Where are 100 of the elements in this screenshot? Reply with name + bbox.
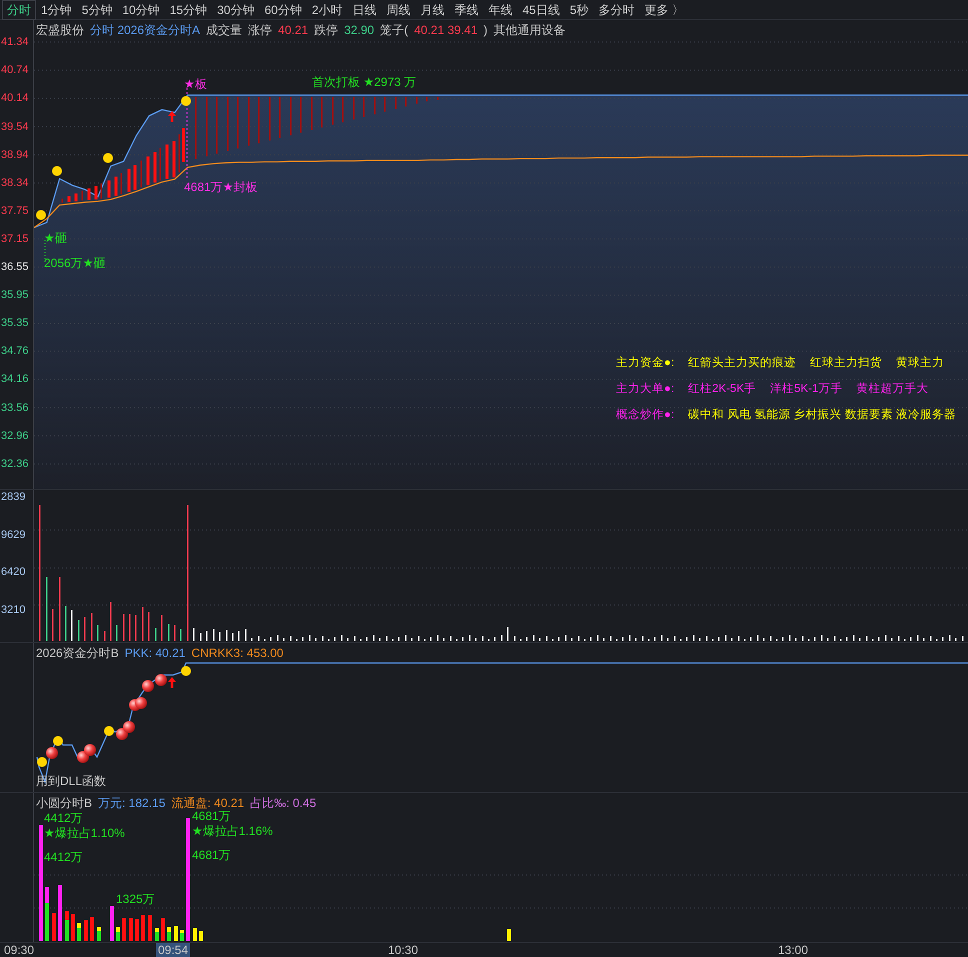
axis-label: 38.34 (0, 176, 30, 190)
chart-annotation: 4681万 (192, 848, 231, 862)
period-tab[interactable]: 更多 〉 (640, 0, 689, 20)
header-text: 笼子( (380, 23, 408, 38)
axis-label: 9629 (0, 528, 26, 542)
ball-icon (116, 728, 128, 740)
header-text: 涨停 (248, 23, 272, 38)
chart-annotation: 4412万 (44, 850, 83, 864)
header-text: 跌停 (314, 23, 338, 38)
header-text: 小圆分时B (36, 796, 92, 811)
period-tab[interactable]: 日线 (348, 0, 382, 20)
time-label: 13:00 (777, 943, 810, 957)
axis-label: 35.95 (0, 288, 30, 302)
header-text: 其他通用设备 (494, 23, 566, 38)
period-tab[interactable]: 5秒 (564, 0, 594, 20)
period-tab[interactable]: 分时 (2, 0, 36, 20)
legend-item: 红箭头主力买的痕迹 (688, 356, 796, 371)
header-text: 流通盘: 40.21 (171, 796, 244, 811)
period-tab[interactable]: 30分钟 (212, 0, 260, 20)
axis-label: 37.75 (0, 204, 30, 218)
chart-annotation: 4681万★封板 (184, 180, 258, 194)
legend-label: 概念炒作●: (616, 408, 674, 423)
bar (148, 915, 152, 941)
axis-label: 34.76 (0, 344, 30, 358)
up-arrow-icon (168, 111, 176, 122)
axis-label: 36.55 (0, 260, 30, 274)
chart-annotation: ★爆拉占1.16% (192, 824, 273, 838)
legend-item: 碳中和 风电 氢能源 乡村振兴 数据要素 液冷服务器 (688, 408, 956, 423)
header-text: PKK: 40.21 (124, 646, 186, 661)
legend-label: 主力大单●: (616, 382, 674, 397)
axis-label: 33.56 (0, 400, 30, 414)
period-tab[interactable]: 月线 (416, 0, 450, 20)
marker-dot-icon (52, 166, 62, 176)
header-text: 40.21 39.41 (414, 23, 478, 38)
bar (141, 915, 145, 941)
period-tab[interactable]: 45日线 (518, 0, 565, 20)
period-tab[interactable]: 15分钟 (164, 0, 212, 20)
time-label: 10:30 (387, 943, 420, 957)
period-tab[interactable]: 10分钟 (117, 0, 165, 20)
footer-text: 用到DLL函数 (36, 773, 106, 790)
header-text: 32.90 (344, 23, 374, 38)
bar (161, 918, 165, 941)
legend-label: 主力资金●: (616, 356, 674, 371)
header-text: 宏盛股份 (36, 23, 84, 38)
bar (122, 918, 126, 941)
legend-item: 红球主力扫货 (810, 356, 882, 371)
ball-icon (77, 751, 89, 763)
legend-item: 黄柱超万手大 (856, 382, 928, 397)
period-tab[interactable]: 5分钟 (76, 0, 118, 20)
chart-annotation: 2056万★砸 (44, 256, 106, 270)
ball-icon (135, 697, 147, 709)
marker-dot-icon (37, 757, 47, 767)
marker-dot-icon (36, 210, 46, 220)
axis-label: 39.54 (0, 120, 30, 134)
bar (84, 920, 88, 941)
legend-item: 洋柱5K-1万手 (770, 382, 842, 397)
marker-dot-icon (53, 736, 63, 746)
marker-dot-icon (181, 666, 191, 676)
axis-label: 2839 (0, 490, 26, 504)
ball-icon (142, 680, 154, 692)
chart-annotation: ★板 (184, 77, 207, 91)
chart-annotation: 1325万 (116, 892, 155, 906)
marker-dot-icon (103, 153, 113, 163)
chart-annotation: 首次打板 ★2973 万 (312, 75, 416, 89)
bar (52, 913, 56, 941)
axis-label: 37.15 (0, 232, 30, 246)
header-text: 成交量 (206, 23, 242, 38)
axis-label: 35.35 (0, 316, 30, 330)
axis-label: 38.94 (0, 148, 30, 162)
bar (199, 931, 203, 941)
up-arrow-icon (168, 677, 176, 688)
header-text: ) (484, 23, 488, 38)
bar (174, 926, 178, 941)
header-text: 分时 2026资金分时A (90, 23, 200, 38)
bar (135, 919, 139, 941)
axis-label: 40.74 (0, 63, 30, 78)
period-tab[interactable]: 2小时 (306, 0, 348, 20)
bar (58, 885, 62, 941)
chart-annotation: ★砸 (44, 231, 67, 245)
header-text: 占比‰: 0.45 (250, 796, 316, 811)
period-tab[interactable]: 年线 (484, 0, 518, 20)
marker-line (44, 240, 46, 262)
period-tab[interactable]: 60分钟 (259, 0, 307, 20)
bar (71, 914, 75, 941)
chart-annotation: 4412万 (44, 811, 83, 825)
axis-label: 6420 (0, 565, 26, 579)
period-tab[interactable]: 多分时 (594, 0, 640, 20)
marker-dot-icon (104, 726, 114, 736)
axis-label: 32.96 (0, 428, 30, 443)
period-tab[interactable]: 季线 (450, 0, 484, 20)
bar (129, 918, 133, 941)
ball-icon (46, 747, 58, 759)
time-label: 09:54 (156, 943, 190, 957)
bar (90, 917, 94, 941)
period-tab[interactable]: 周线 (382, 0, 416, 20)
period-tab[interactable]: 1分钟 (36, 0, 77, 20)
legend-item: 红柱2K-5K手 (688, 382, 756, 397)
axis-label: 41.34 (0, 35, 30, 49)
header-text: 万元: 182.15 (98, 796, 166, 811)
bar (193, 928, 197, 941)
